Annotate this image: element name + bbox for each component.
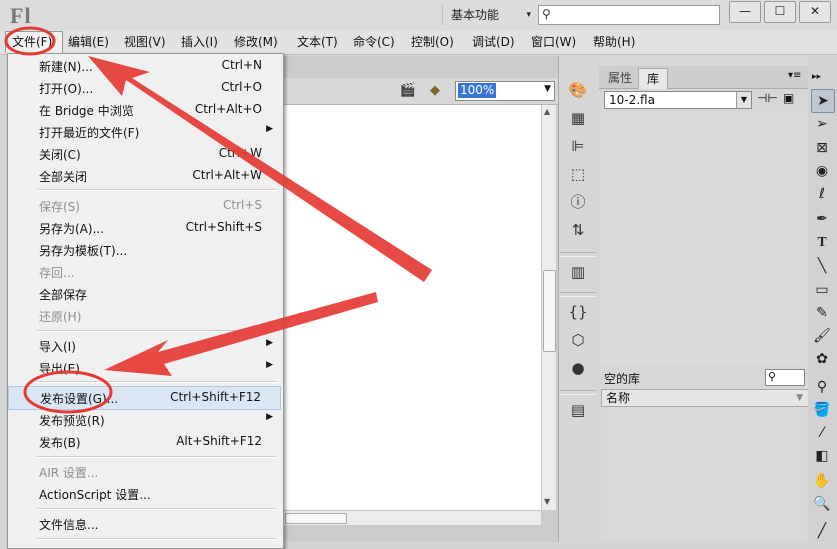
annotation-circle-file-menu: [4, 26, 56, 56]
annotation-arrow-bottom: [104, 292, 378, 376]
annotation-arrow-top: [88, 56, 432, 282]
annotation-circle-publish-settings: [23, 370, 113, 414]
annotation-overlay: [4, 26, 432, 414]
